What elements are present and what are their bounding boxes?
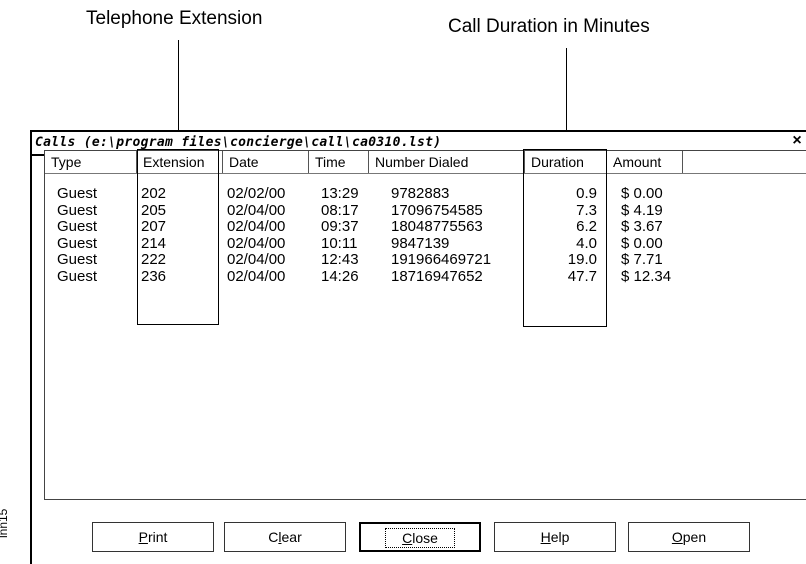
open-label-rest: pen [682, 529, 707, 545]
table-row[interactable]: Guest 207 02/04/00 09:37 18048775563 6.2 $ 3.6… [45, 218, 806, 235]
cell-duration: 19.0 [567, 251, 597, 268]
cell-duration: 47.7 [567, 267, 597, 285]
print-mnemonic: P [138, 529, 148, 545]
help-mnemonic: H [540, 529, 551, 545]
cell-time: 10:11 [321, 234, 358, 252]
cell-duration: 7.3 [576, 201, 597, 219]
cell-date: 02/04/00 [227, 234, 286, 252]
cell-duration: 6.2 [576, 218, 597, 235]
cell-number-dialed: 9782883 [391, 185, 450, 202]
clear-label-rest: ear [281, 529, 302, 545]
call-duration-callout: Call Duration in Minutes [448, 16, 650, 37]
cell-amount: $ 0.00 [621, 185, 663, 202]
column-header-duration[interactable]: Duration [525, 151, 607, 173]
cell-type: Guest [57, 267, 98, 285]
cell-date: 02/02/00 [227, 185, 286, 202]
close-label-rest: lose [412, 530, 438, 546]
clear-label-pre: C [268, 529, 279, 545]
cell-duration: 4.0 [576, 234, 597, 252]
cell-amount: $ 12.34 [621, 267, 672, 285]
table-row[interactable]: Guest 214 02/04/00 10:11 9847139 4.0 $ 0.00 [45, 235, 806, 252]
close-focus-rect: Close [385, 528, 455, 548]
table-row[interactable]: Guest 202 02/02/00 13:29 9782883 0.9 $ 0.00 [45, 185, 806, 202]
cell-type: Guest [57, 251, 98, 268]
cell-time: 09:37 [321, 218, 359, 235]
cell-extension: 214 [141, 234, 167, 252]
cell-date: 02/04/00 [227, 267, 286, 285]
column-header-amount[interactable]: Amount [607, 151, 683, 173]
cell-amount: $ 0.00 [621, 234, 663, 252]
table-row[interactable]: Guest 205 02/04/00 08:17 17096754585 7.3 $ 4.1… [45, 202, 806, 219]
cell-time: 14:26 [321, 267, 359, 285]
telephone-extension-callout: Telephone Extension [86, 8, 263, 29]
cell-number-dialed: 9847139 [391, 234, 450, 252]
column-header-time[interactable]: Time [309, 151, 369, 173]
cell-amount: $ 3.67 [621, 218, 663, 235]
cell-extension: 205 [141, 201, 167, 219]
cell-type: Guest [57, 201, 98, 219]
cell-time: 13:29 [321, 185, 359, 202]
open-mnemonic: O [671, 529, 683, 545]
table-row[interactable]: Guest 222 02/04/00 12:43 191966469721 19.0 $ 7… [45, 251, 806, 268]
calls-window: Calls (e:\program files\concierge\call\c… [30, 130, 806, 564]
column-header-type[interactable]: Type [45, 151, 137, 173]
figure-code: lnn15 [0, 508, 10, 538]
cell-date: 02/04/00 [227, 251, 286, 268]
close-icon[interactable]: × [790, 132, 804, 150]
cell-amount: $ 4.19 [621, 201, 663, 219]
column-header-number-dialed[interactable]: Number Dialed [369, 151, 525, 173]
column-header-date[interactable]: Date [223, 151, 309, 173]
open-button[interactable]: Open [628, 522, 750, 552]
cell-number-dialed: 18048775563 [391, 218, 483, 235]
cell-time: 08:17 [321, 201, 359, 219]
cell-extension: 222 [141, 251, 167, 268]
cell-date: 02/04/00 [227, 218, 286, 235]
cell-extension: 207 [141, 218, 167, 235]
help-button[interactable]: Help [494, 522, 616, 552]
cell-number-dialed: 17096754585 [391, 201, 483, 219]
list-header: Type Extension Date Time Number Dialed D… [45, 151, 806, 174]
cell-date: 02/04/00 [227, 201, 286, 219]
print-label-rest: rint [147, 529, 168, 545]
table-row[interactable]: Guest 236 02/04/00 14:26 18716947652 47.7 $ 12… [45, 268, 806, 285]
cell-extension: 236 [141, 267, 167, 285]
calls-list[interactable]: Type Extension Date Time Number Dialed D… [44, 149, 806, 500]
close-mnemonic: C [402, 530, 413, 546]
clear-button[interactable]: Clear [224, 522, 346, 552]
cell-type: Guest [57, 218, 98, 235]
cell-time: 12:43 [321, 251, 359, 268]
close-button[interactable]: Close [359, 522, 481, 552]
help-label-rest: elp [550, 529, 570, 545]
cell-duration: 0.9 [576, 185, 597, 202]
cell-extension: 202 [141, 185, 167, 202]
cell-type: Guest [57, 234, 98, 252]
cell-type: Guest [57, 185, 98, 202]
column-header-extension[interactable]: Extension [137, 151, 223, 173]
cell-number-dialed: 18716947652 [391, 267, 483, 285]
cell-number-dialed: 191966469721 [391, 251, 492, 268]
cell-amount: $ 7.71 [621, 251, 663, 268]
window-title: Calls (e:\program files\concierge\call\c… [35, 135, 442, 150]
print-button[interactable]: Print [92, 522, 214, 552]
column-header-blank [683, 151, 806, 173]
